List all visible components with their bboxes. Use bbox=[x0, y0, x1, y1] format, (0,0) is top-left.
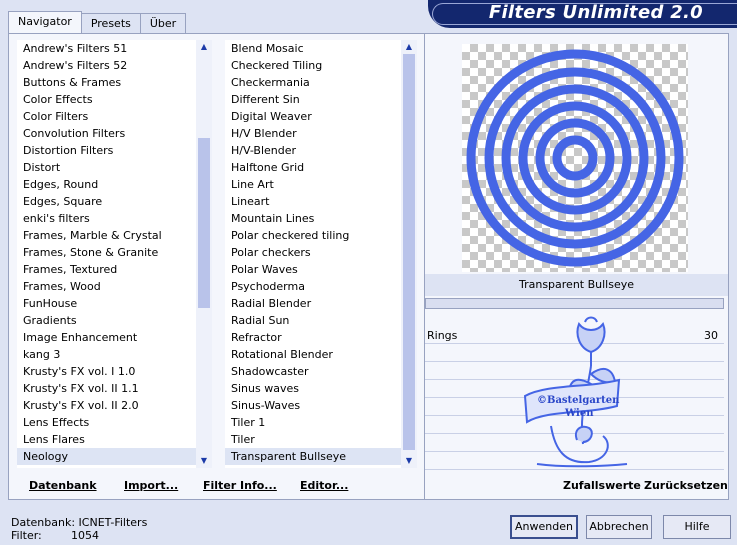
category-item[interactable]: Color Effects bbox=[17, 91, 196, 108]
filter-item[interactable]: Blend Mosaic bbox=[225, 40, 401, 57]
filter-item[interactable]: Sinus-Waves bbox=[225, 397, 401, 414]
app-title: Filters Unlimited 2.0 bbox=[488, 2, 703, 23]
category-item[interactable]: Buttons & Frames bbox=[17, 74, 196, 91]
filter-scroll-thumb[interactable] bbox=[403, 54, 415, 450]
navigator-toolbar: Datenbank Import... Filter Info... Edito… bbox=[8, 475, 418, 499]
editor-link[interactable]: Editor... bbox=[300, 479, 348, 492]
import-link[interactable]: Import... bbox=[124, 479, 178, 492]
category-item[interactable]: Gradients bbox=[17, 312, 196, 329]
filter-name-label: Transparent Bullseye bbox=[425, 274, 728, 296]
category-item[interactable]: Lens Flares bbox=[17, 431, 196, 448]
filter-item[interactable]: H/V Blender bbox=[225, 125, 401, 142]
bullseye-ring bbox=[535, 118, 615, 198]
category-item[interactable]: kang 3 bbox=[17, 346, 196, 363]
filter-item[interactable]: H/V-Blender bbox=[225, 142, 401, 159]
tab-about[interactable]: Über bbox=[139, 13, 187, 33]
title-banner: Filters Unlimited 2.0 bbox=[428, 0, 737, 28]
filter-preview bbox=[462, 44, 688, 272]
status-filter-value: 1054 bbox=[71, 529, 99, 542]
filter-item[interactable]: Radial Blender bbox=[225, 295, 401, 312]
filter-item[interactable]: Tiler 1 bbox=[225, 414, 401, 431]
filter-info-link[interactable]: Filter Info... bbox=[203, 479, 277, 492]
filter-item[interactable]: Rotational Blender bbox=[225, 346, 401, 363]
filter-item[interactable]: Digital Weaver bbox=[225, 108, 401, 125]
category-item[interactable]: Krusty's FX vol. II 2.0 bbox=[17, 397, 196, 414]
category-scrollbar[interactable]: ▲ ▼ bbox=[196, 40, 212, 468]
category-item[interactable]: Frames, Textured bbox=[17, 261, 196, 278]
status-db-label: Datenbank: bbox=[11, 516, 76, 529]
tab-bar: Navigator Presets Über bbox=[8, 11, 187, 33]
status-db-value: ICNET-Filters bbox=[78, 516, 148, 529]
category-item[interactable]: Convolution Filters bbox=[17, 125, 196, 142]
scroll-down-icon[interactable]: ▼ bbox=[401, 454, 417, 468]
filter-item[interactable]: Different Sin bbox=[225, 91, 401, 108]
bullseye-ring bbox=[484, 67, 666, 249]
category-item[interactable]: Color Filters bbox=[17, 108, 196, 125]
category-item[interactable]: FunHouse bbox=[17, 295, 196, 312]
category-list[interactable]: Andrew's Filters 51 Andrew's Filters 52 Bu… bbox=[17, 40, 196, 468]
apply-button[interactable]: Anwenden bbox=[510, 515, 578, 539]
category-scroll-thumb[interactable] bbox=[198, 138, 210, 308]
category-item[interactable]: Lens Effects bbox=[17, 414, 196, 431]
database-link[interactable]: Datenbank bbox=[29, 479, 97, 492]
category-item[interactable]: Neology bbox=[17, 448, 196, 465]
reset-button[interactable]: Zurücksetzen bbox=[644, 479, 728, 492]
status-filter-label: Filter: bbox=[11, 529, 42, 542]
bullseye-preview-image bbox=[466, 49, 684, 267]
filter-list[interactable]: Blend Mosaic Checkered Tiling Checkermania… bbox=[225, 40, 401, 468]
category-item[interactable]: Edges, Square bbox=[17, 193, 196, 210]
tab-navigator[interactable]: Navigator bbox=[8, 11, 82, 33]
category-item[interactable]: Frames, Marble & Crystal bbox=[17, 227, 196, 244]
watermark-text-line1: ©Bastelgarten bbox=[537, 395, 620, 406]
filter-item[interactable]: Mountain Lines bbox=[225, 210, 401, 227]
filter-item[interactable]: Tiler bbox=[225, 431, 401, 448]
filter-item[interactable]: Lineart bbox=[225, 193, 401, 210]
scroll-up-icon[interactable]: ▲ bbox=[196, 40, 212, 54]
filter-scrollbar[interactable]: ▲ ▼ bbox=[401, 40, 417, 468]
cancel-button[interactable]: Abbrechen bbox=[586, 515, 652, 539]
filter-item[interactable]: Transparent Bullseye bbox=[225, 448, 401, 465]
category-item[interactable]: Andrew's Filters 52 bbox=[17, 57, 196, 74]
filter-item[interactable]: Checkermania bbox=[225, 74, 401, 91]
filter-item[interactable]: Line Art bbox=[225, 176, 401, 193]
category-item[interactable]: Frames, Stone & Granite bbox=[17, 244, 196, 261]
watermark-text-line2: Wien bbox=[564, 408, 594, 419]
filter-item[interactable]: Halftone Grid bbox=[225, 159, 401, 176]
status-database: Datenbank: ICNET-Filters bbox=[11, 516, 147, 529]
filter-item[interactable]: Shadowcaster bbox=[225, 363, 401, 380]
filter-item[interactable]: Checkered Tiling bbox=[225, 57, 401, 74]
random-values-button[interactable]: Zufallswerte bbox=[563, 479, 641, 492]
filter-item[interactable]: Psychoderma bbox=[225, 278, 401, 295]
help-button[interactable]: Hilfe bbox=[663, 515, 731, 539]
filter-item[interactable]: Polar checkered tiling bbox=[225, 227, 401, 244]
filter-item[interactable]: Sinus waves bbox=[225, 380, 401, 397]
filter-item[interactable]: Refractor bbox=[225, 329, 401, 346]
category-item[interactable]: enki's filters bbox=[17, 210, 196, 227]
scroll-down-icon[interactable]: ▼ bbox=[196, 454, 212, 468]
scroll-up-icon[interactable]: ▲ bbox=[401, 40, 417, 54]
bullseye-ring bbox=[552, 135, 598, 181]
param-value: 30 bbox=[704, 329, 718, 342]
category-item[interactable]: Image Enhancement bbox=[17, 329, 196, 346]
progress-bar bbox=[425, 298, 724, 309]
category-item[interactable]: Andrew's Filters 51 bbox=[17, 40, 196, 57]
category-item[interactable]: Edges, Round bbox=[17, 176, 196, 193]
filter-item[interactable]: Polar Waves bbox=[225, 261, 401, 278]
watermark-logo: ©Bastelgarten Wien bbox=[523, 316, 628, 468]
category-item[interactable]: Krusty's FX vol. II 1.1 bbox=[17, 380, 196, 397]
filter-item[interactable]: Radial Sun bbox=[225, 312, 401, 329]
tab-presets[interactable]: Presets bbox=[80, 13, 141, 33]
preview-panel: Transparent Bullseye Rings 30 ©Bastelgar… bbox=[424, 33, 729, 500]
param-label: Rings bbox=[427, 329, 458, 342]
status-filter: Filter: 1054 bbox=[11, 529, 99, 542]
category-item[interactable]: Frames, Wood bbox=[17, 278, 196, 295]
filter-item[interactable]: Polar checkers bbox=[225, 244, 401, 261]
category-item[interactable]: Distort bbox=[17, 159, 196, 176]
category-item[interactable]: Krusty's FX vol. I 1.0 bbox=[17, 363, 196, 380]
category-item[interactable]: Distortion Filters bbox=[17, 142, 196, 159]
